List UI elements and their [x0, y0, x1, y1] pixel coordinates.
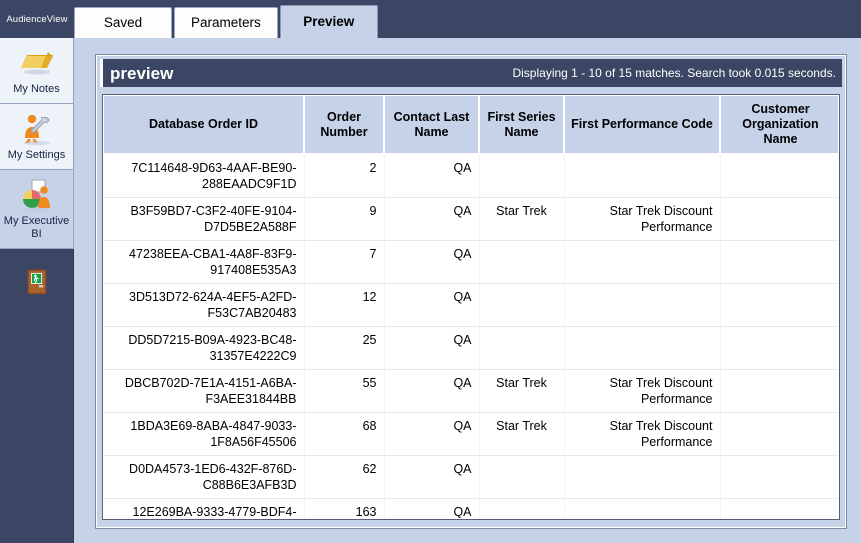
- results-grid-container: Database Order ID Order Number Contact Las…: [103, 95, 839, 519]
- sidebar-item-label: My Executive BI: [3, 215, 70, 240]
- tab-preview[interactable]: Preview: [279, 5, 378, 38]
- table-row[interactable]: 3D513D72-624A-4EF5-A2FD-F53C7AB20483 12 QA: [104, 283, 838, 327]
- sidebar-item-my-settings[interactable]: My Settings: [0, 104, 74, 170]
- cell-first-performance-code: [564, 455, 721, 499]
- cell-contact-last-name: QA: [384, 240, 480, 284]
- cell-database-order-id: D0DA4573-1ED6-432F-876D-C88B6E3AFB3D: [104, 455, 305, 499]
- tab-parameters[interactable]: Parameters: [174, 7, 278, 38]
- cell-first-series-name: [479, 154, 565, 198]
- cell-order-number: 25: [304, 326, 385, 370]
- cell-first-series-name: [479, 240, 565, 284]
- cell-order-number: 163: [304, 498, 385, 518]
- cell-database-order-id: 7C114648-9D63-4AAF-BE90-288EAADC9F1D: [104, 154, 305, 198]
- cell-customer-organization-name: [720, 240, 838, 284]
- sidebar: My Notes My Settings My Executive BI: [0, 38, 74, 543]
- table-header-row: Database Order ID Order Number Contact Las…: [104, 96, 838, 155]
- brand-logo: AudienceView: [6, 13, 68, 25]
- sidebar-item-list: My Notes My Settings My Executive BI: [0, 38, 74, 249]
- cell-database-order-id: DD5D7215-B09A-4923-BC48-31357E4222C9: [104, 326, 305, 370]
- sidebar-item-my-notes[interactable]: My Notes: [0, 38, 74, 104]
- sidebar-item-my-executive-bi[interactable]: My Executive BI: [0, 170, 74, 249]
- cell-first-series-name: [479, 498, 565, 518]
- cell-customer-organization-name: [720, 326, 838, 370]
- cell-first-series-name: [479, 455, 565, 499]
- sidebar-item-label: My Notes: [13, 83, 60, 95]
- cell-first-performance-code: [564, 154, 721, 198]
- column-header-customer-organization-name[interactable]: Customer Organization Name: [720, 96, 838, 155]
- cell-first-performance-code: [564, 240, 721, 284]
- column-header-database-order-id[interactable]: Database Order ID: [104, 96, 305, 155]
- cell-first-performance-code: Star Trek Discount Performance: [564, 412, 721, 456]
- folder-note-icon: [17, 46, 57, 80]
- cell-customer-organization-name: [720, 455, 838, 499]
- cell-contact-last-name: QA: [384, 197, 480, 241]
- cell-order-number: 7: [304, 240, 385, 284]
- cell-database-order-id: DBCB702D-7E1A-4151-A6BA-F3AEE31844BB: [104, 369, 305, 413]
- cell-database-order-id: 47238EEA-CBA1-4A8F-83F9-917408E535A3: [104, 240, 305, 284]
- table-row[interactable]: DD5D7215-B09A-4923-BC48-31357E4222C9 25 QA: [104, 326, 838, 370]
- results-table: Database Order ID Order Number Contact Las…: [104, 96, 838, 518]
- cell-first-series-name: [479, 326, 565, 370]
- cell-contact-last-name: QA: [384, 326, 480, 370]
- cell-contact-last-name: QA: [384, 412, 480, 456]
- column-header-contact-last-name[interactable]: Contact Last Name: [384, 96, 480, 155]
- column-header-order-number[interactable]: Order Number: [304, 96, 385, 155]
- cell-order-number: 68: [304, 412, 385, 456]
- cell-order-number: 9: [304, 197, 385, 241]
- tab-strip: Saved Parameters Preview: [74, 5, 380, 38]
- cell-customer-organization-name: [720, 412, 838, 456]
- person-wrench-icon: [17, 112, 57, 146]
- cell-first-performance-code: Star Trek Discount Performance: [564, 197, 721, 241]
- sidebar-exit-item[interactable]: [0, 249, 74, 301]
- content-area: preview Displaying 1 - 10 of 15 matches.…: [75, 38, 861, 543]
- sidebar-item-label: My Settings: [7, 149, 66, 161]
- cell-contact-last-name: QA: [384, 283, 480, 327]
- cell-first-performance-code: Star Trek Discount Performance: [564, 369, 721, 413]
- page-title: preview: [110, 63, 174, 83]
- cell-first-series-name: Star Trek: [479, 369, 565, 413]
- exit-door-icon: [27, 269, 47, 295]
- cell-first-performance-code: [564, 326, 721, 370]
- preview-panel: preview Displaying 1 - 10 of 15 matches.…: [96, 55, 846, 528]
- cell-first-series-name: Star Trek: [479, 197, 565, 241]
- cell-customer-organization-name: [720, 197, 838, 241]
- table-row[interactable]: 47238EEA-CBA1-4A8F-83F9-917408E535A3 7 QA: [104, 240, 838, 284]
- top-bar: AudienceView Saved Parameters Preview: [0, 0, 861, 38]
- cell-customer-organization-name: [720, 154, 838, 198]
- tab-saved[interactable]: Saved: [74, 7, 172, 38]
- pie-chart-person-icon: [17, 178, 57, 212]
- table-row[interactable]: DBCB702D-7E1A-4151-A6BA-F3AEE31844BB 55 QA…: [104, 369, 838, 413]
- cell-customer-organization-name: [720, 498, 838, 518]
- cell-first-series-name: Star Trek: [479, 412, 565, 456]
- search-status-text: Displaying 1 - 10 of 15 matches. Search …: [512, 66, 836, 80]
- table-row[interactable]: 7C114648-9D63-4AAF-BE90-288EAADC9F1D 2 QA: [104, 154, 838, 198]
- table-row[interactable]: 1BDA3E69-8ABA-4847-9033-1F8A56F45506 68 QA…: [104, 412, 838, 456]
- table-row[interactable]: D0DA4573-1ED6-432F-876D-C88B6E3AFB3D 62 QA: [104, 455, 838, 499]
- cell-first-series-name: [479, 283, 565, 327]
- table-row[interactable]: B3F59BD7-C3F2-40FE-9104-D7D5BE2A588F 9 QA S…: [104, 197, 838, 241]
- cell-order-number: 2: [304, 154, 385, 198]
- table-row[interactable]: 12E269BA-9333-4779-BDF4-7F4C1FE1CE17163Q…: [104, 498, 838, 518]
- cell-order-number: 55: [304, 369, 385, 413]
- application-window: AudienceView Saved Parameters Preview My N…: [0, 0, 861, 543]
- cell-contact-last-name: QA: [384, 154, 480, 198]
- column-header-first-performance-code[interactable]: First Performance Code: [564, 96, 721, 155]
- column-header-first-series-name[interactable]: First Series Name: [479, 96, 565, 155]
- cell-customer-organization-name: [720, 283, 838, 327]
- cell-database-order-id: 12E269BA-9333-4779-BDF4-7F4C1FE1CE17: [104, 498, 305, 518]
- cell-order-number: 12: [304, 283, 385, 327]
- table-header: Database Order ID Order Number Contact Las…: [104, 96, 838, 155]
- panel-header: preview Displaying 1 - 10 of 15 matches.…: [100, 59, 842, 87]
- cell-database-order-id: B3F59BD7-C3F2-40FE-9104-D7D5BE2A588F: [104, 197, 305, 241]
- table-body: 7C114648-9D63-4AAF-BE90-288EAADC9F1D 2 QA B…: [104, 154, 838, 518]
- cell-database-order-id: 1BDA3E69-8ABA-4847-9033-1F8A56F45506: [104, 412, 305, 456]
- cell-database-order-id: 3D513D72-624A-4EF5-A2FD-F53C7AB20483: [104, 283, 305, 327]
- cell-contact-last-name: QA: [384, 455, 480, 499]
- cell-contact-last-name: QA: [384, 369, 480, 413]
- cell-order-number: 62: [304, 455, 385, 499]
- cell-customer-organization-name: [720, 369, 838, 413]
- cell-contact-last-name: QA: [384, 498, 480, 518]
- cell-first-performance-code: [564, 283, 721, 327]
- cell-first-performance-code: [564, 498, 721, 518]
